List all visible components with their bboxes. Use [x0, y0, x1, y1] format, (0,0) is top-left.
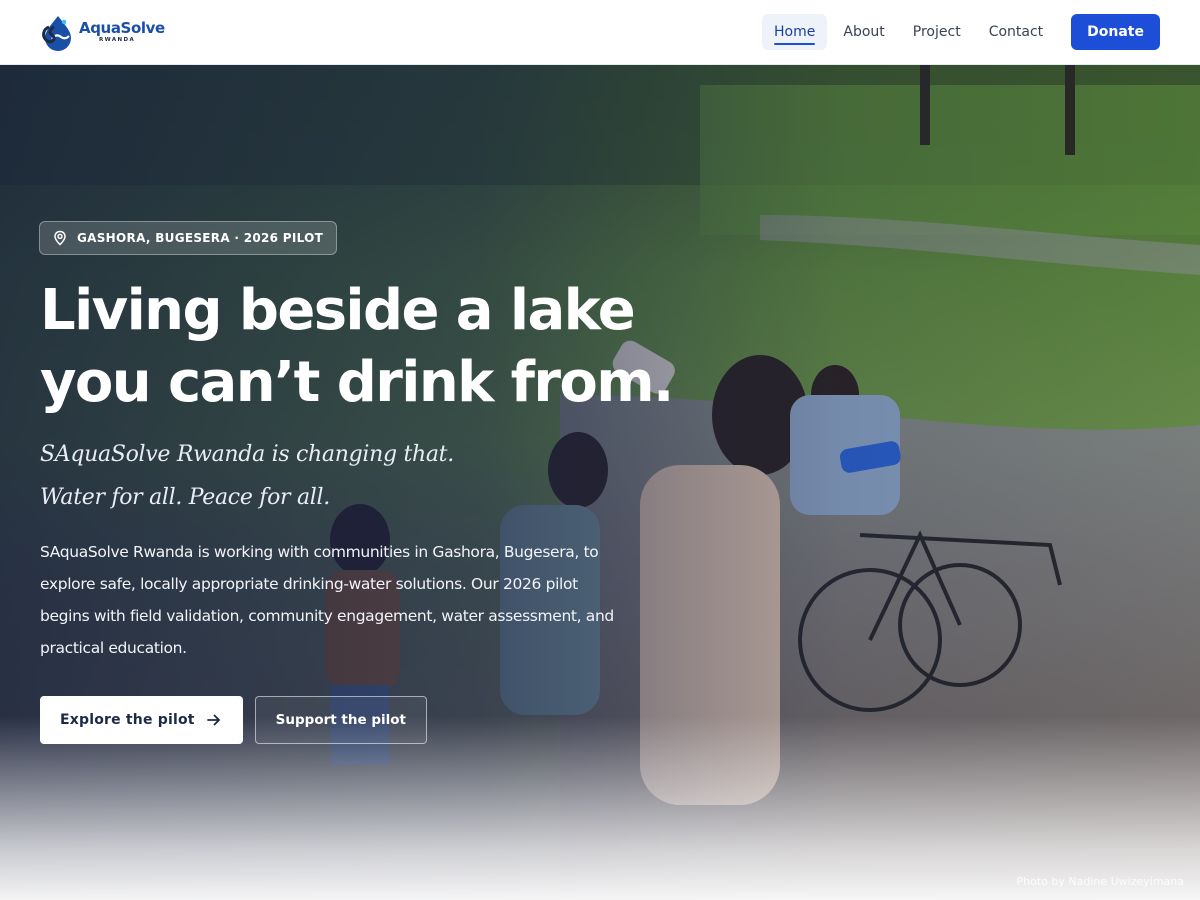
hero-cta-group: Explore the pilot Support the pilot — [40, 696, 427, 744]
logo-subtitle: RWANDA — [99, 36, 136, 43]
hero-section: GASHORA, BUGESERA · 2026 PILOT Living be… — [0, 65, 1200, 900]
brand-logo[interactable]: AquaSolve RWANDA — [40, 12, 165, 52]
support-pilot-label: Support the pilot — [275, 712, 406, 728]
donate-button[interactable]: Donate — [1071, 14, 1160, 50]
tagline-line-2: Water for all. Peace for all. — [40, 485, 330, 510]
location-badge-text: GASHORA, BUGESERA · 2026 PILOT — [77, 231, 324, 245]
location-badge: GASHORA, BUGESERA · 2026 PILOT — [39, 221, 338, 255]
nav-contact[interactable]: Contact — [977, 14, 1055, 50]
photo-credit: Photo by Nadine Uwizeyimana — [1016, 875, 1185, 888]
nav-home[interactable]: Home — [762, 14, 828, 50]
hero-tagline: SAquaSolve Rwanda is changing that. Wate… — [40, 433, 640, 519]
hero-title-line-1: Living beside a lake — [40, 278, 636, 343]
water-drop-logo-icon — [42, 16, 71, 51]
main-nav: Home About Project Contact Donate — [762, 14, 1160, 50]
arrow-right-icon — [206, 714, 220, 726]
hero-title-line-2: you can’t drink from. — [40, 350, 674, 415]
explore-pilot-button[interactable]: Explore the pilot — [40, 696, 243, 744]
nav-project[interactable]: Project — [901, 14, 973, 50]
explore-pilot-label: Explore the pilot — [60, 712, 195, 728]
nav-about[interactable]: About — [831, 14, 896, 50]
site-header: AquaSolve RWANDA Home About Project Cont… — [0, 0, 1200, 65]
hero-description: SAquaSolve Rwanda is working with commun… — [40, 543, 614, 657]
logo-wordmark: AquaSolve — [79, 18, 165, 37]
map-pin-icon — [54, 230, 66, 246]
hero-title: Living beside a lake you can’t drink fro… — [40, 275, 680, 419]
tagline-line-1: SAquaSolve Rwanda is changing that. — [40, 442, 454, 467]
support-pilot-button[interactable]: Support the pilot — [254, 696, 427, 744]
